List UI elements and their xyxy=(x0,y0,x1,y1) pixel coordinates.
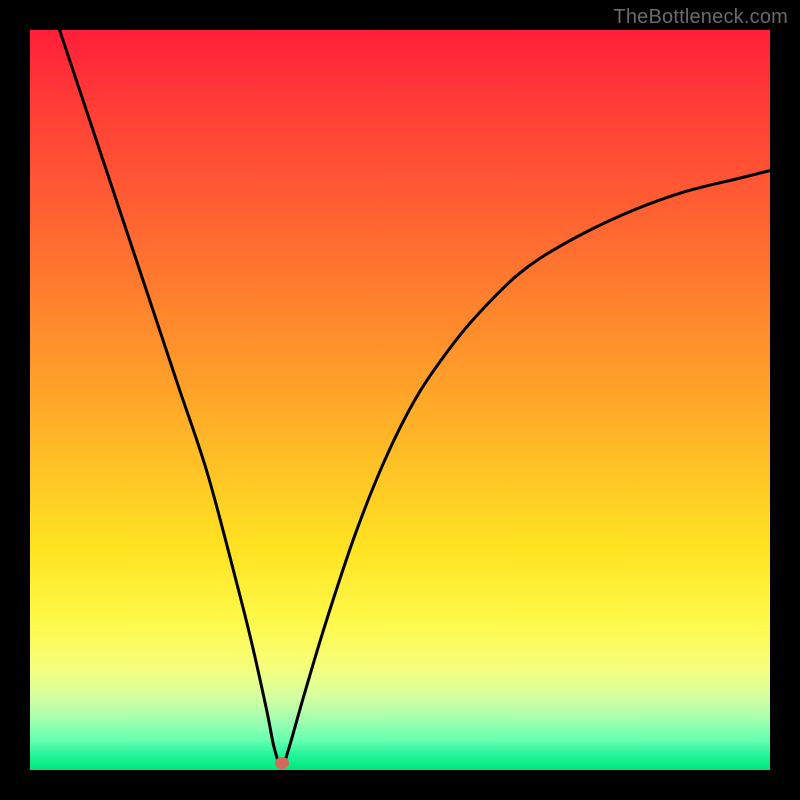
plot-area xyxy=(30,30,770,770)
watermark-text: TheBottleneck.com xyxy=(613,6,788,29)
chart-frame: TheBottleneck.com xyxy=(0,0,800,800)
curve-svg xyxy=(30,30,770,770)
optimum-marker xyxy=(275,757,289,769)
bottleneck-curve xyxy=(60,30,770,766)
